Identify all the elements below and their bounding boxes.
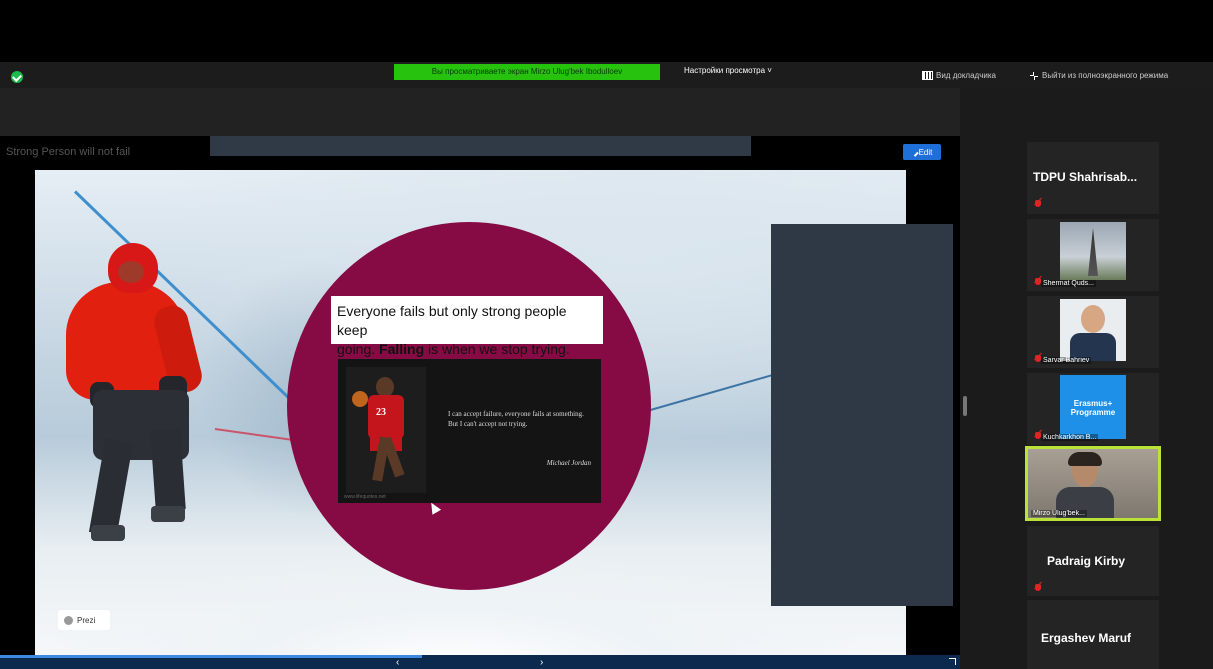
- speaker-view-label: Вид докладчика: [936, 71, 996, 80]
- panel-resize-handle[interactable]: [963, 396, 967, 416]
- mic-muted-icon: [1035, 200, 1041, 207]
- quote-bold-word: Falling: [379, 341, 425, 357]
- participant-name: Sarvar Bahriev: [1041, 357, 1092, 364]
- participant-tile[interactable]: Erasmus+ Programme Kuchkarkhon B...: [1027, 373, 1159, 445]
- hair-image: [1068, 452, 1102, 466]
- basketball-player-image: 23: [346, 367, 426, 493]
- quote-image: 23 I can accept failure, everyone fails …: [338, 359, 601, 503]
- screen-share-banner: Вы просматриваете экран Mirzo Ulug'bek I…: [394, 64, 660, 80]
- participant-tile[interactable]: Padraig Kirby: [1027, 526, 1159, 596]
- presentation-nav-bar: ‹ ›: [0, 655, 960, 669]
- exit-fullscreen-label: Выйти из полноэкранного режима: [1042, 71, 1169, 80]
- face-image: [1081, 305, 1105, 333]
- quote-line-2-pre: going.: [337, 341, 380, 357]
- exit-fullscreen-button[interactable]: Выйти из полноэкранного режима: [1030, 71, 1168, 80]
- participant-tile[interactable]: Shermat Quds...: [1027, 219, 1159, 291]
- participant-tile[interactable]: Ergashev Maruf: [1027, 600, 1159, 669]
- prev-slide-button[interactable]: ‹: [396, 657, 399, 668]
- quote-text-box: Everyone fails but only strong people ke…: [331, 296, 603, 357]
- erasmus-logo-image: Erasmus+ Programme: [1060, 375, 1126, 439]
- image-watermark: www.lifequotes.net: [344, 494, 386, 500]
- participant-name: TDPU Shahrisab...: [1033, 170, 1138, 184]
- view-options-button[interactable]: Настройки просмотра ˅: [684, 66, 772, 75]
- participant-video: [1028, 449, 1158, 518]
- presentation-title-bar: [210, 136, 751, 156]
- participant-tile[interactable]: Sarvar Bahriev: [1027, 296, 1159, 368]
- shared-screen-header: [0, 88, 960, 136]
- climber-boot: [91, 525, 125, 541]
- participant-photo: [1060, 299, 1126, 361]
- inner-quote-author: Michael Jordan: [546, 459, 591, 467]
- basketball: [352, 391, 368, 407]
- eiffel-tower-image: [1088, 228, 1098, 276]
- security-shield-icon[interactable]: [11, 71, 23, 83]
- participant-name: Shermat Quds...: [1041, 280, 1096, 287]
- player-head: [376, 377, 394, 397]
- climber-face: [118, 261, 144, 283]
- prezi-label: Prezi: [77, 615, 96, 625]
- prezi-badge[interactable]: Prezi: [58, 610, 110, 630]
- speaker-view-button[interactable]: Вид докладчика: [922, 71, 996, 80]
- participant-tile[interactable]: TDPU Shahrisab...: [1027, 142, 1159, 214]
- edit-button[interactable]: Edit: [903, 144, 941, 160]
- presentation-progress: [0, 655, 422, 658]
- grid-icon: [922, 71, 933, 80]
- participant-name: Ergashev Maruf: [1041, 631, 1132, 645]
- fullscreen-icon[interactable]: [949, 658, 956, 665]
- jersey-number: 23: [376, 407, 386, 418]
- participant-photo: [1060, 222, 1126, 280]
- edit-label: Edit: [918, 147, 933, 157]
- participant-tile-active-speaker[interactable]: Mirzo Ulug'bek...: [1025, 446, 1161, 521]
- quote-line-2-post: is when we stop trying.: [424, 341, 570, 357]
- mic-muted-icon: [1035, 584, 1041, 591]
- climber-boot: [151, 506, 185, 522]
- next-slide-button[interactable]: ›: [540, 657, 543, 668]
- pencil-icon: [909, 147, 919, 157]
- player-jersey: [368, 395, 404, 439]
- rope: [646, 374, 773, 412]
- exit-fullscreen-icon: [1030, 71, 1038, 80]
- quote-line-1: Everyone fails but only strong people ke…: [337, 303, 567, 338]
- participant-name: Mirzo Ulug'bek...: [1031, 510, 1087, 517]
- top-black-area: [0, 0, 1213, 62]
- participant-name: Kuchkarkhon B...: [1041, 434, 1099, 441]
- prezi-logo-icon: [64, 615, 73, 625]
- inner-quote: I can accept failure, everyone fails at …: [448, 410, 584, 428]
- presentation-side-panel: [771, 224, 953, 606]
- presentation-title: Strong Person will not fail: [6, 146, 131, 158]
- climber-leg: [150, 429, 186, 511]
- participant-name: Padraig Kirby: [1047, 554, 1126, 568]
